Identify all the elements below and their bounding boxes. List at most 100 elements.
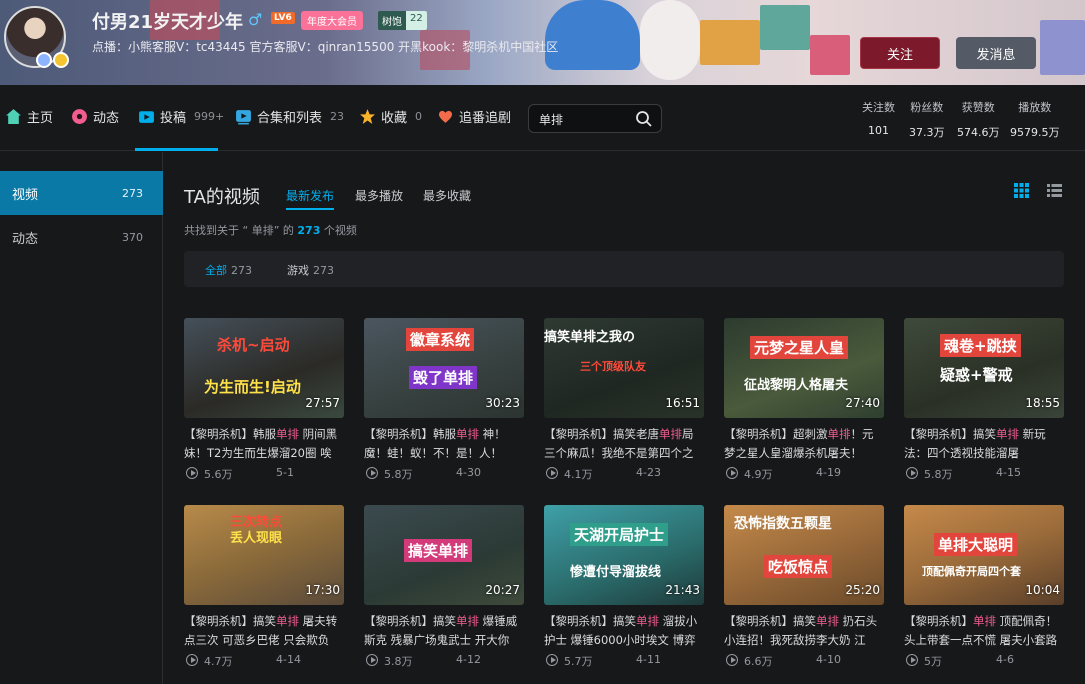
stat-followers[interactable]: 粉丝数 37.3万 [909, 99, 945, 140]
video-title[interactable]: 【黎明杀机】搞笑单排 屠夫转点三次 可恶乡巴佬 只会欺负 [184, 612, 344, 650]
banner-decoration [810, 35, 850, 75]
fan-medal[interactable]: 树饱 22 [378, 11, 427, 30]
video-card[interactable]: 三次转点 丢人现眼 17:30 【黎明杀机】搞笑单排 屠夫转点三次 可恶乡巴佬 … [184, 505, 344, 670]
tab-collections[interactable]: 合集和列表 23 [235, 107, 344, 126]
video-card[interactable]: 恐怖指数五颗星 吃饭惊点 25:20 【黎明杀机】搞笑单排 扔石头小连招！我死敌… [724, 505, 884, 670]
search-input[interactable]: 单排 [528, 104, 662, 133]
tab-home[interactable]: 主页 [5, 107, 53, 126]
video-card[interactable]: 元梦之星人皇 征战黎明人格屠夫 27:40 【黎明杀机】超刺激单排！元梦之星人皇… [724, 318, 884, 483]
list-view-icon[interactable] [1047, 183, 1062, 198]
video-card[interactable]: 徽章系统 毁了单排 30:23 【黎明杀机】韩服单排 神！魔！蛙！蚁！不！是！人… [364, 318, 524, 483]
view-count: 4.9万 [744, 468, 773, 481]
search-input-value: 单排 [539, 113, 564, 127]
thumbnail-caption: 徽章系统 [406, 328, 475, 351]
video-title[interactable]: 【黎明杀机】搞笑老唐单排局 三个麻瓜！我绝不是第四个之 [544, 425, 704, 463]
video-title-text: 【黎明杀机】搞笑 [904, 427, 996, 441]
tab-favorites[interactable]: 收藏 0 [359, 107, 422, 126]
tab-dynamic[interactable]: 动态 [71, 107, 119, 126]
upload-date: 4-14 [276, 653, 301, 666]
thumbnail-caption: 疑惑+警戒 [940, 366, 1013, 384]
tab-collections-label: 合集和列表 [257, 111, 323, 126]
tab-bangumi[interactable]: 追番追剧 [437, 107, 511, 126]
video-title-text: 【黎明杀机】韩服 [364, 427, 456, 441]
sort-most-favorited[interactable]: 最多收藏 [423, 187, 471, 204]
stat-following[interactable]: 关注数 101 [862, 99, 895, 137]
video-duration: 27:40 [845, 396, 880, 410]
tab-uploads-count: 999+ [194, 110, 225, 123]
video-title[interactable]: 【黎明杀机】搞笑单排 扔石头小连招！我死敌捞李大奶 江 [724, 612, 884, 650]
search-icon[interactable] [635, 110, 653, 128]
banner-decoration [760, 5, 810, 50]
video-thumbnail[interactable]: 恐怖指数五颗星 吃饭惊点 25:20 [724, 505, 884, 605]
follow-button[interactable]: 关注 [860, 37, 940, 69]
video-card[interactable]: 杀机~启动 为生而生!启动 27:57 【黎明杀机】韩服单排 阴间黑妹！T2为生… [184, 318, 344, 483]
message-button[interactable]: 发消息 [956, 37, 1036, 69]
video-card[interactable]: 搞笑单排 20:27 【黎明杀机】搞笑单排 爆锤威斯克 残暴广场鬼武士 开大你 … [364, 505, 524, 670]
grid-view-icon[interactable] [1014, 183, 1029, 198]
stat-value: 9579.5万 [1010, 126, 1060, 139]
sidebar-item-count: 370 [122, 230, 143, 244]
view-count: 5.6万 [204, 468, 233, 481]
level-badge: LV6 [271, 12, 295, 24]
play-count-icon [726, 467, 738, 479]
video-title-keyword: 单排 [636, 614, 659, 628]
video-thumbnail[interactable]: 单排大聪明 顶配佩奇开局四个套 10:04 [904, 505, 1064, 605]
video-thumbnail[interactable]: 徽章系统 毁了单排 30:23 [364, 318, 524, 418]
tab-dynamic-label: 动态 [93, 111, 120, 126]
video-title[interactable]: 【黎明杀机】超刺激单排！元梦之星人皇溜爆杀机屠夫！ [724, 425, 884, 463]
stat-value: 574.6万 [957, 126, 1000, 139]
result-count-prefix: 共找到关于 “ 单排” 的 [184, 224, 294, 237]
stat-label: 粉丝数 [910, 101, 944, 114]
video-thumbnail[interactable]: 搞笑单排 20:27 [364, 505, 524, 605]
filter-game[interactable]: 游戏 273 [287, 262, 334, 278]
video-card[interactable]: 单排大聪明 顶配佩奇开局四个套 10:04 【黎明杀机】单排 顶配佩奇！头上带套… [904, 505, 1064, 670]
thumbnail-caption: 魂卷+跳挟 [940, 334, 1021, 357]
video-card[interactable]: 搞笑单排之我の 三个顶级队友 16:51 【黎明杀机】搞笑老唐单排局 三个麻瓜！… [544, 318, 704, 483]
video-thumbnail[interactable]: 三次转点 丢人现眼 17:30 [184, 505, 344, 605]
video-title[interactable]: 【黎明杀机】搞笑单排 新玩法：四个透视技能溜屠 [904, 425, 1064, 463]
video-title-keyword: 单排 [996, 427, 1019, 441]
category-filter: 全部 273 游戏 273 [184, 251, 1064, 287]
tab-bangumi-label: 追番追剧 [459, 111, 512, 126]
view-count: 3.8万 [384, 655, 413, 668]
tab-uploads[interactable]: 投稿 999+ [138, 107, 224, 126]
video-title[interactable]: 【黎明杀机】韩服单排 阴间黑妹！T2为生而生爆溜20圈 唉 [184, 425, 344, 463]
vip-badge[interactable]: 年度大会员 [301, 11, 363, 30]
stat-plays: 播放数 9579.5万 [1010, 99, 1060, 140]
upload-date: 4-30 [456, 466, 481, 479]
view-count: 5.8万 [924, 468, 953, 481]
fan-medal-name: 树饱 [382, 17, 402, 28]
sort-latest[interactable]: 最新发布 [286, 187, 334, 204]
thumbnail-caption: 搞笑单排 [404, 539, 473, 562]
video-icon [139, 111, 154, 123]
active-tab-indicator [135, 148, 218, 151]
video-title-keyword: 单排 [276, 427, 299, 441]
filter-all[interactable]: 全部 273 [205, 262, 252, 278]
video-title[interactable]: 【黎明杀机】搞笑单排 溜拔小护士 爆锤6000小时埃文 博弈 [544, 612, 704, 650]
video-card[interactable]: 魂卷+跳挟 疑惑+警戒 18:55 【黎明杀机】搞笑单排 新玩法：四个透视技能溜… [904, 318, 1064, 483]
video-title[interactable]: 【黎明杀机】搞笑单排 爆锤威斯克 残暴广场鬼武士 开大你 [364, 612, 524, 650]
video-thumbnail[interactable]: 天湖开局护士 惨遭付导溜拔线 21:43 [544, 505, 704, 605]
fan-medal-level: 22 [406, 11, 427, 30]
sort-most-played[interactable]: 最多播放 [355, 187, 403, 204]
video-thumbnail[interactable]: 搞笑单排之我の 三个顶级队友 16:51 [544, 318, 704, 418]
upload-date: 4-19 [816, 466, 841, 479]
tab-uploads-label: 投稿 [160, 111, 187, 126]
video-thumbnail[interactable]: 魂卷+跳挟 疑惑+警戒 18:55 [904, 318, 1064, 418]
home-icon [6, 109, 21, 124]
video-thumbnail[interactable]: 元梦之星人皇 征战黎明人格屠夫 27:40 [724, 318, 884, 418]
video-title[interactable]: 【黎明杀机】单排 顶配佩奇！头上带套一点不慌 屠夫小套路 [904, 612, 1064, 650]
video-thumbnail[interactable]: 杀机~启动 为生而生!启动 27:57 [184, 318, 344, 418]
video-title-text: 【黎明杀机】搞笑 [544, 614, 636, 628]
video-title[interactable]: 【黎明杀机】韩服单排 神！魔！蛙！蚁！不！是！人！ [364, 425, 524, 463]
tab-collections-count: 23 [330, 110, 345, 123]
stat-likes: 获赞数 574.6万 [957, 99, 1000, 140]
thumbnail-caption: 天湖开局护士 [570, 523, 669, 546]
video-card[interactable]: 天湖开局护士 惨遭付导溜拔线 21:43 【黎明杀机】搞笑单排 溜拔小护士 爆锤… [544, 505, 704, 670]
result-count-number: 273 [297, 224, 321, 237]
sidebar-item-video[interactable]: 视频 273 [0, 171, 163, 215]
sidebar-item-dynamic[interactable]: 动态 370 [0, 215, 163, 259]
play-count-icon [906, 654, 918, 666]
video-duration: 18:55 [1025, 396, 1060, 410]
tab-home-label: 主页 [27, 111, 54, 126]
